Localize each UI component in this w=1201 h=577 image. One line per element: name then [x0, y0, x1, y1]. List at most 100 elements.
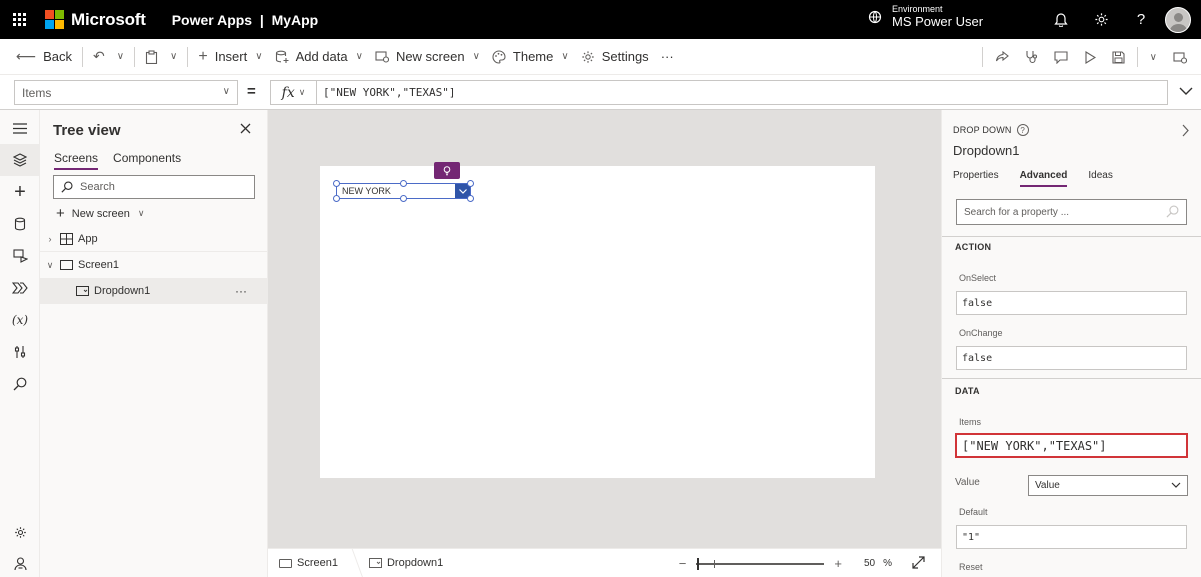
settings-label: Settings — [601, 49, 649, 64]
breadcrumb-screen1-label: Screen1 — [297, 557, 338, 569]
back-label: Back — [43, 49, 72, 64]
tree-node-dropdown1-label: Dropdown1 — [94, 285, 151, 297]
help-icon[interactable]: ? — [1121, 0, 1161, 39]
resize-handle[interactable] — [400, 195, 407, 202]
bell-icon[interactable] — [1041, 0, 1081, 39]
breadcrumb-dropdown1[interactable]: Dropdown1 — [368, 557, 443, 569]
zoom-slider-thumb[interactable] — [697, 557, 700, 570]
resize-handle[interactable] — [333, 195, 340, 202]
close-icon[interactable] — [240, 121, 251, 138]
new-screen-button[interactable]: New screen ∨ — [369, 39, 486, 75]
hamburger-menu-icon[interactable] — [0, 112, 40, 144]
advanced-tools-icon[interactable] — [0, 336, 40, 368]
data-icon[interactable] — [0, 208, 40, 240]
add-data-button[interactable]: Add data ∨ — [269, 39, 369, 75]
resize-handle[interactable] — [467, 195, 474, 202]
default-field[interactable]: "1" — [956, 525, 1187, 549]
help-icon[interactable]: ? — [1016, 124, 1029, 136]
more-commands-button[interactable]: ··· — [655, 39, 680, 75]
tab-properties[interactable]: Properties — [953, 170, 999, 187]
breadcrumb-screen1[interactable]: Screen1 — [279, 557, 338, 569]
dropdown-control[interactable]: NEW YORK — [333, 180, 474, 202]
back-button[interactable]: ⟵ Back — [0, 39, 78, 75]
chevron-right-icon[interactable] — [1182, 124, 1189, 140]
stethoscope-icon — [1026, 51, 1037, 64]
screen-icon — [60, 260, 73, 270]
virtual-agent-icon[interactable] — [0, 548, 40, 577]
settings-button[interactable]: Settings — [575, 39, 655, 75]
app-title[interactable]: Power Apps | MyApp — [172, 12, 319, 28]
variables-icon[interactable]: (x) — [0, 304, 40, 336]
property-search-input[interactable]: Search for a property ... — [956, 199, 1187, 225]
waffle-icon[interactable] — [0, 0, 38, 39]
property-selector[interactable]: Items ∨ — [14, 80, 238, 105]
environment-picker[interactable]: Environment MS Power User — [868, 4, 983, 29]
tab-advanced[interactable]: Advanced — [1019, 170, 1068, 187]
power-automate-icon[interactable] — [0, 272, 40, 304]
items-field[interactable]: ["NEW YORK","TEXAS"] — [955, 433, 1188, 458]
expand-formula-chevron-icon[interactable] — [1179, 84, 1193, 98]
insert-button[interactable]: + Insert ∨ — [192, 39, 268, 75]
clipboard-icon — [145, 49, 158, 64]
reset-label: Reset — [959, 562, 983, 572]
more-options-icon[interactable]: ··· — [235, 284, 247, 298]
default-value: "1" — [962, 531, 981, 543]
tab-ideas[interactable]: Ideas — [1088, 170, 1112, 187]
theme-button[interactable]: Theme ∨ — [486, 39, 575, 75]
tab-screens[interactable]: Screens — [54, 151, 99, 170]
resize-handle[interactable] — [400, 180, 407, 187]
paste-button[interactable] — [139, 39, 164, 75]
resize-handle[interactable] — [467, 180, 474, 187]
zoom-out-icon[interactable]: − — [679, 556, 687, 571]
zoom-value: 50 — [863, 558, 876, 569]
app-screen-canvas[interactable]: NEW YORK — [320, 162, 875, 478]
formula-box[interactable]: fx ∨ ["NEW YORK","TEXAS"] — [270, 80, 1168, 105]
media-icon[interactable] — [0, 240, 40, 272]
chevron-down-icon: ∨ — [46, 259, 54, 270]
preview-button[interactable] — [1076, 39, 1104, 75]
lightbulb-ideas-icon[interactable] — [434, 162, 460, 179]
resize-handle[interactable] — [333, 180, 340, 187]
tree-search-placeholder: Search — [80, 181, 115, 193]
insert-plus-icon[interactable]: + — [0, 176, 40, 208]
control-name[interactable]: Dropdown1 — [953, 143, 1020, 158]
tree-node-app[interactable]: › App — [40, 226, 267, 252]
onchange-field[interactable]: false — [956, 346, 1187, 370]
new-screen-tree-button[interactable]: + New screen ∨ — [56, 205, 144, 222]
tree-node-dropdown1[interactable]: Dropdown1 ··· — [40, 278, 267, 304]
tree-node-screen1[interactable]: ∨ Screen1 — [40, 252, 267, 278]
fit-to-window-icon[interactable] — [912, 555, 925, 572]
onselect-field[interactable]: false — [956, 291, 1187, 315]
zoom-controls: − + 50 % — [671, 549, 941, 577]
value-select[interactable]: Value — [1028, 475, 1188, 496]
zoom-in-icon[interactable]: + — [834, 556, 842, 571]
items-value: ["NEW YORK","TEXAS"] — [962, 438, 1107, 453]
chevron-down-icon: ∨ — [1149, 51, 1157, 63]
property-search-placeholder: Search for a property ... — [964, 206, 1070, 218]
share-button[interactable] — [987, 39, 1017, 75]
fx-button[interactable]: fx ∨ — [271, 81, 317, 104]
tab-components[interactable]: Components — [113, 151, 181, 170]
save-button[interactable] — [1104, 39, 1133, 75]
undo-menu-chevron[interactable]: ∨ — [111, 39, 130, 75]
chevron-down-icon: ∨ — [170, 51, 178, 62]
onchange-value: false — [962, 352, 993, 364]
insert-label: Insert — [214, 49, 248, 64]
undo-button[interactable]: ↶ — [87, 39, 111, 75]
environment-icon — [868, 10, 882, 24]
avatar[interactable] — [1165, 6, 1191, 33]
zoom-slider[interactable] — [696, 557, 825, 570]
property-selector-value: Items — [22, 85, 52, 100]
publish-button[interactable] — [1165, 39, 1201, 75]
formula-input[interactable]: ["NEW YORK","TEXAS"] — [323, 86, 455, 99]
gear-icon[interactable] — [1081, 0, 1121, 39]
app-checker-button[interactable] — [1017, 39, 1046, 75]
settings-gear-icon[interactable] — [0, 516, 40, 548]
save-menu-chevron[interactable]: ∨ — [1142, 39, 1165, 75]
tree-search-input[interactable]: Search — [53, 175, 255, 199]
comments-button[interactable] — [1046, 39, 1076, 75]
paste-menu-chevron[interactable]: ∨ — [164, 39, 183, 75]
top-bar: Microsoft Power Apps | MyApp Environment… — [0, 0, 1201, 39]
tree-view-icon[interactable] — [0, 144, 40, 176]
search-icon[interactable] — [0, 368, 40, 400]
